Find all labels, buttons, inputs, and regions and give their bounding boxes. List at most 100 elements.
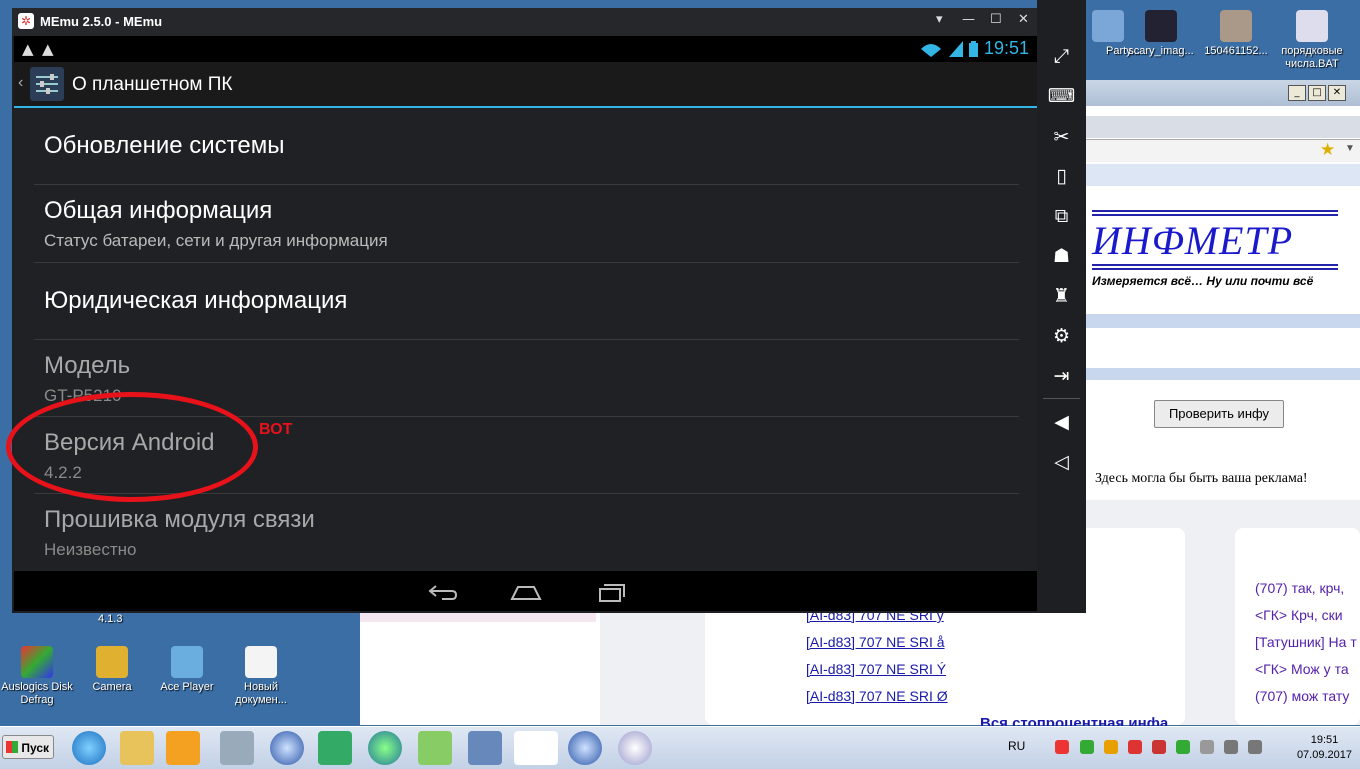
computer-icon[interactable] [220,731,254,765]
volume-down-icon[interactable]: ◁ [1037,446,1086,478]
memu-title: MEmu 2.5.0 - MEmu [40,14,163,29]
memu-taskbar-icon[interactable] [514,731,558,765]
star-icon[interactable]: ★ [1320,140,1335,160]
list-item-general-info[interactable]: Общая информация Статус батареи, сети и … [34,185,1019,263]
memu-titlebar: ✲ MEmu 2.5.0 - MEmu ▾ — ☐ ✕ « [12,8,1086,36]
notes-icon[interactable] [418,731,452,765]
site-tagline: Измеряется всё… Ну или почти всё [1092,274,1314,288]
list-item-subtitle: Статус батареи, сети и другая информация [44,231,388,250]
list-item-link[interactable]: [Татушник] На т ... [1255,634,1360,651]
address-bar[interactable] [1080,139,1360,162]
ad-text: Здесь могла бы быть ваша реклама! [1095,471,1308,486]
chevron-down-icon[interactable]: ▼ [1345,143,1355,154]
memu-window: ✲ MEmu 2.5.0 - MEmu ▾ — ☐ ✕ « ▲ ▲ 19:51 … [12,8,1086,613]
apk-icon[interactable]: ☗ [1037,240,1086,272]
left-link-list: [AI-d83] 707 NE SRI у [AI-d83] 707 NE SR… [806,607,948,715]
shake-icon[interactable]: ▯ [1037,160,1086,192]
nav-bar [14,571,1037,611]
list-item-link[interactable]: <ГК> Крч, ски [1255,607,1360,624]
home-icon[interactable] [506,577,546,605]
volume-up-icon[interactable]: ◀ [1037,406,1086,438]
gear-icon[interactable]: ⚙ [1037,320,1086,352]
list-item-link[interactable]: [AI-d83] 707 NE SRI å [806,634,948,661]
warning-icon: ▲ [42,40,54,58]
list-item-legal-info[interactable]: Юридическая информация [34,263,1019,340]
desktop-icon-bat[interactable]: порядковые числа.BAT [1272,10,1352,71]
desktop-icon-new-doc[interactable]: Новый докумен... [221,646,301,707]
signal-icon [948,40,963,57]
tray-app-icon[interactable] [1080,740,1094,754]
site-logo: ИНФМЕТР Измеряется всё… Ну или почти всё [1092,210,1338,288]
action-bar: ‹ О планшетном ПК [14,62,1037,108]
folder-icon[interactable] [120,731,154,765]
check-info-button[interactable]: Проверить инфу [1154,400,1284,428]
defrag-icon [21,646,53,678]
logo-text: ИНФМЕТР [1092,218,1294,263]
back-icon[interactable] [422,577,462,605]
minimize-button[interactable]: — [962,12,975,27]
recent-apps-icon[interactable] [592,577,632,605]
warning-icon: ▲ [22,40,34,58]
control-panel-icon[interactable] [468,731,502,765]
list-item-subtitle: Неизвестно [44,540,137,559]
back-chevron-icon[interactable]: ‹ [18,74,23,92]
minimize-button[interactable]: _ [1288,85,1306,101]
close-button[interactable]: ✕ [1018,12,1029,27]
scissors-icon[interactable]: ✂ [1037,121,1086,153]
image-icon [1220,10,1252,42]
broom-icon[interactable]: ♜ [1037,280,1086,312]
tray-shield-icon[interactable] [1152,740,1166,754]
menu-dropdown-button[interactable]: ▾ [936,12,943,27]
desktop-icon-camera[interactable]: Camera [72,646,152,694]
language-indicator[interactable]: RU [1008,739,1025,753]
desktop-icon-image-2[interactable]: 150461152... [1196,10,1276,58]
fullscreen-icon[interactable]: ⤢ [1037,40,1086,72]
close-button[interactable]: ✕ [1328,85,1346,101]
memu-logo-icon: ✲ [18,13,34,29]
desktop-icon-scary-image[interactable]: scary_imag... [1121,10,1201,58]
list-item-link[interactable]: [AI-d83] 707 NE SRI Ø [806,688,948,715]
tray-app-icon[interactable] [1176,740,1190,754]
maximize-button[interactable]: □ [1308,85,1326,101]
ie-icon[interactable] [72,731,106,765]
list-item-link[interactable]: <ГК> Мож у та [1255,661,1360,678]
list-item-title: Обновление системы [44,132,285,159]
globe-icon[interactable] [568,731,602,765]
document-icon [245,646,277,678]
red-annotation-oval [6,392,258,502]
download-icon[interactable] [368,731,402,765]
android-screen: ▲ ▲ 19:51 ‹ О планшетном ПК Обновление с… [14,36,1037,611]
list-item-link[interactable]: (707) так, крч, [1255,580,1360,597]
keyboard-icon[interactable]: ⌨ [1037,80,1086,112]
list-item-title: Прошивка модуля связи [44,506,315,533]
settings-sliders-icon[interactable] [30,67,64,101]
gear-file-icon [1296,10,1328,42]
monitor-app-icon[interactable] [318,731,352,765]
taskbar: Пуск RU 19:51 07.09.2017 [0,726,1360,769]
tray-app-icon[interactable] [1104,740,1118,754]
list-item-system-update[interactable]: Обновление системы [34,108,1019,185]
import-icon[interactable]: ⇥ [1037,360,1086,392]
start-button[interactable]: Пуск [2,735,54,759]
rotate-icon[interactable]: ⧉ [1037,200,1086,232]
player-icon [171,646,203,678]
tray-network-icon[interactable] [1224,740,1238,754]
desktop-icon-ace-player[interactable]: Ace Player [147,646,227,694]
taskbar-clock[interactable]: 19:51 07.09.2017 [1297,733,1352,763]
file-icon [1092,10,1124,42]
list-item-link[interactable]: [AI-d83] 707 NE SRI Ý [806,661,948,688]
status-time: 19:51 [983,38,1029,58]
tray-usb-icon[interactable] [1200,740,1214,754]
tray-app-icon[interactable] [1128,740,1142,754]
globe-icon[interactable] [270,731,304,765]
battery-icon [968,40,978,57]
media-player-icon[interactable] [166,731,200,765]
paint-icon[interactable] [618,731,652,765]
memu-side-toolbar: ⤢ ⌨ ✂ ▯ ⧉ ☗ ♜ ⚙ ⇥ ◀ ◁ [1037,0,1086,613]
tray-memu-icon[interactable] [1055,740,1069,754]
right-link-list: (707) так, крч, <ГК> Крч, ски [Татушник]… [1255,580,1360,715]
tray-volume-icon[interactable] [1248,740,1262,754]
desktop-icon-auslogics[interactable]: Auslogics Disk Defrag [0,646,77,707]
list-item-link[interactable]: (707) мож тату [1255,688,1360,705]
maximize-button[interactable]: ☐ [990,12,1002,27]
